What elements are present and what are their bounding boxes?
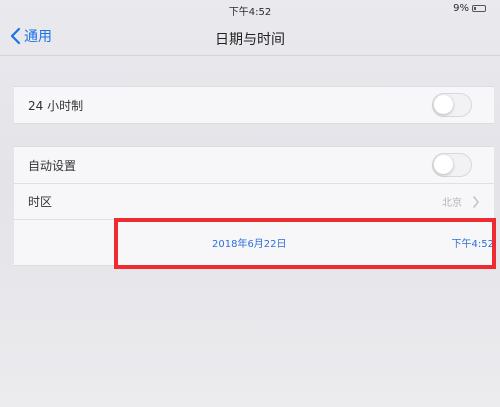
status-time: 下午4:52 [228, 7, 272, 18]
toggle-knob [434, 155, 453, 174]
date-value[interactable]: 2018年6月22日 [212, 235, 287, 250]
page-title: 日期与时间 [215, 32, 285, 48]
navigation-bar: 通用 日期与时间 [0, 18, 500, 56]
hour24-toggle[interactable] [432, 93, 472, 117]
timezone-value: 北京 [442, 198, 462, 209]
datetime-group: 自动设置 时区 北京 2018年6月22日 下午4:52 [14, 146, 494, 266]
timezone-row[interactable]: 时区 北京 [14, 183, 494, 219]
hour24-row: 24 小时制 [14, 87, 494, 123]
battery-percent: 9% [453, 3, 469, 14]
status-bar: 下午4:52 9% [0, 0, 500, 18]
toggle-knob [434, 95, 453, 114]
hour24-label: 24 小时制 [28, 98, 84, 113]
date-time-row[interactable]: 2018年6月22日 下午4:52 [14, 219, 494, 265]
auto-set-row: 自动设置 [14, 147, 494, 183]
timezone-label: 时区 [28, 195, 53, 209]
auto-set-label: 自动设置 [28, 158, 77, 173]
battery-icon [472, 5, 486, 12]
hour24-group: 24 小时制 [14, 86, 494, 124]
auto-set-toggle[interactable] [432, 153, 472, 177]
time-value[interactable]: 下午4:52 [452, 235, 494, 250]
chevron-right-icon [473, 196, 479, 208]
battery-status: 9% [453, 3, 486, 14]
